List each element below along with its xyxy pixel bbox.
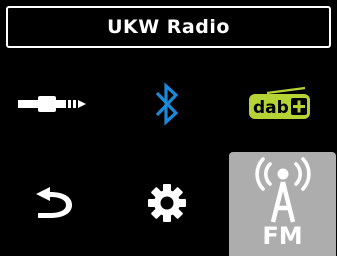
aux-jack-icon: [18, 96, 86, 112]
menu-item-settings[interactable]: [113, 155, 221, 251]
menu-item-aux[interactable]: [0, 56, 108, 152]
source-menu-grid: dab FM: [0, 56, 337, 256]
radio-screen: UKW Radio dab FM: [0, 0, 337, 256]
svg-text:dab: dab: [253, 98, 289, 118]
fm-antenna-icon: [255, 157, 311, 223]
dab-plus-icon: dab: [249, 86, 310, 119]
screen-title: UKW Radio: [107, 16, 230, 38]
fm-label: FM: [262, 222, 303, 250]
title-bar: UKW Radio: [6, 6, 331, 48]
menu-item-bluetooth[interactable]: [113, 56, 221, 152]
bluetooth-icon: [155, 82, 179, 126]
menu-item-dab[interactable]: dab: [226, 56, 334, 152]
menu-item-fm[interactable]: FM: [229, 152, 336, 256]
back-arrow-icon: [36, 187, 72, 218]
gear-icon: [148, 184, 186, 222]
menu-item-back[interactable]: [0, 155, 108, 251]
